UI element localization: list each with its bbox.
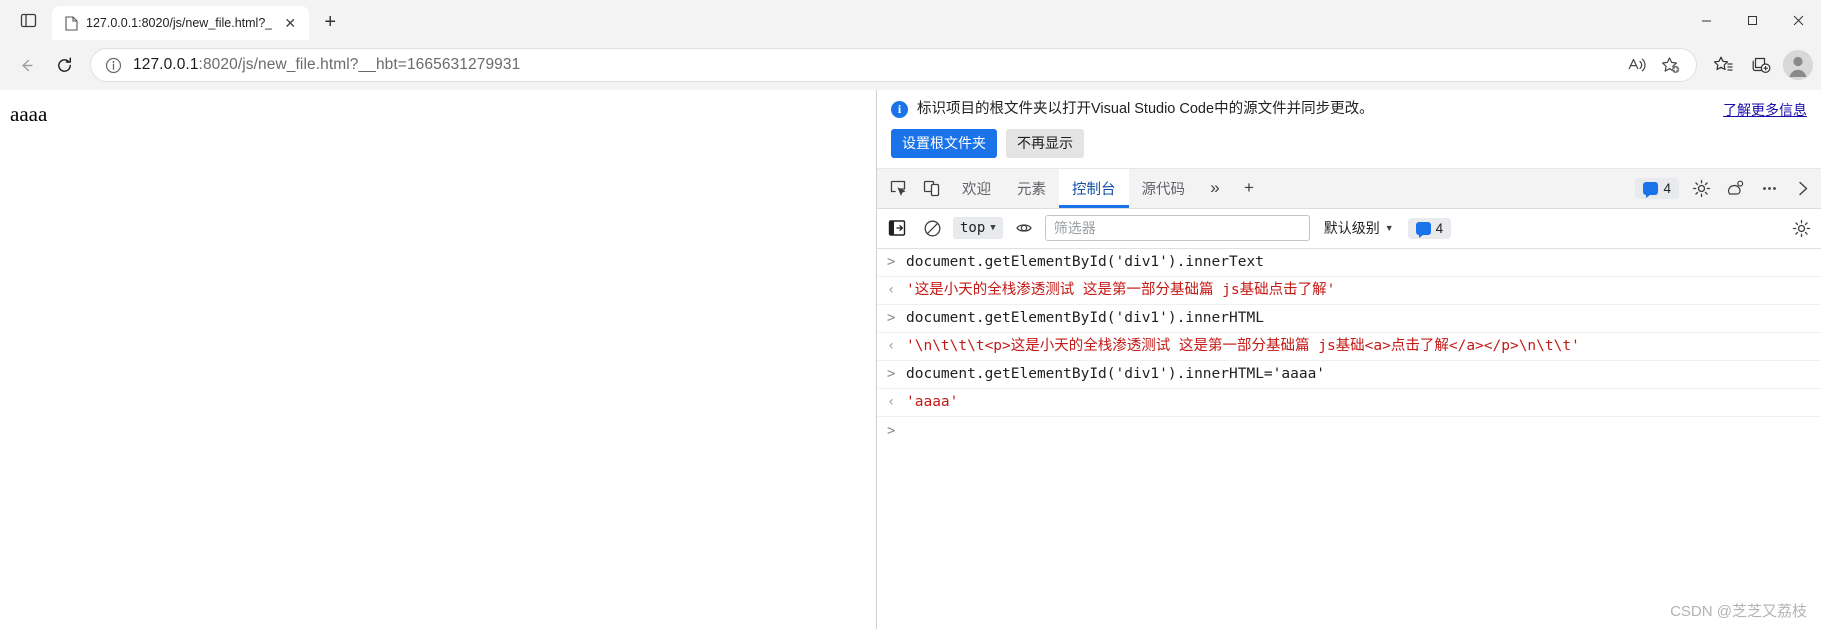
profile-avatar-icon[interactable] xyxy=(1783,50,1813,80)
input-chevron-icon: > xyxy=(887,309,896,326)
address-bar[interactable]: 127.0.0.1:8020/js/new_file.html?__hbt=16… xyxy=(90,48,1697,82)
clear-console-icon[interactable] xyxy=(918,215,946,241)
tab-actions-icon[interactable] xyxy=(10,3,46,37)
navigation-bar: 127.0.0.1:8020/js/new_file.html?__hbt=16… xyxy=(0,40,1821,90)
live-expression-icon[interactable] xyxy=(1010,215,1038,241)
maximize-button[interactable] xyxy=(1729,0,1775,40)
filter-input[interactable]: 筛选器 xyxy=(1044,215,1310,242)
message-bubble-icon xyxy=(1643,181,1659,198)
more-tabs-icon[interactable]: » xyxy=(1198,169,1232,208)
tab-close-icon[interactable]: ✕ xyxy=(279,12,301,34)
console-entry-text: '\n\t\t\t<p>这是小天的全栈渗透测试 这是第一部分基础篇 js基础<a… xyxy=(906,337,1580,354)
add-favorite-icon[interactable] xyxy=(1656,50,1686,80)
message-bubble-icon-2 xyxy=(1415,221,1431,238)
log-level-select[interactable]: 默认级别 ▼ xyxy=(1317,215,1401,241)
set-root-folder-button[interactable]: 设置根文件夹 xyxy=(891,129,997,158)
tab-strip: 127.0.0.1:8020/js/new_file.html?_ ✕ + xyxy=(0,0,1821,40)
execution-context-select[interactable]: top ▼ xyxy=(953,217,1003,240)
console-entry-input[interactable]: > document.getElementById('div1').innerT… xyxy=(877,249,1821,277)
customize-devtools-icon[interactable] xyxy=(1719,172,1751,204)
console-entry-text: document.getElementById('div1').innerHTM… xyxy=(906,365,1326,382)
input-chevron-icon: > xyxy=(887,253,896,270)
close-window-button[interactable] xyxy=(1775,0,1821,40)
console-prompt[interactable]: > xyxy=(877,417,1821,445)
execution-context-value: top xyxy=(960,220,986,237)
read-aloud-icon[interactable] xyxy=(1622,50,1652,80)
tab-console[interactable]: 控制台 xyxy=(1059,168,1129,208)
reload-button[interactable] xyxy=(46,47,82,83)
browser-chrome: 127.0.0.1:8020/js/new_file.html?_ ✕ + 12… xyxy=(0,0,1821,90)
console-entry-text: 'aaaa' xyxy=(906,393,959,410)
window-controls xyxy=(1683,0,1821,40)
prompt-chevron-icon: > xyxy=(887,422,896,439)
favorites-icon[interactable] xyxy=(1705,47,1741,83)
console-entry-output[interactable]: ‹ 'aaaa' xyxy=(877,389,1821,417)
watermark: CSDN @芝芝又荔枝 xyxy=(1670,603,1807,620)
tab-elements[interactable]: 元素 xyxy=(1004,169,1059,208)
page-body-text: aaaa xyxy=(10,102,48,126)
console-issues-count: 4 xyxy=(1435,220,1444,236)
web-page-viewport: aaaa xyxy=(0,90,877,629)
close-devtools-icon[interactable] xyxy=(1787,172,1819,204)
notice-message: 标识项目的根文件夹以打开Visual Studio Code中的源文件并同步更改… xyxy=(917,101,1374,117)
browser-tab[interactable]: 127.0.0.1:8020/js/new_file.html?_ ✕ xyxy=(52,6,310,40)
tab-welcome-label: 欢迎 xyxy=(962,181,991,198)
document-icon xyxy=(63,15,79,31)
console-entry-text: document.getElementById('div1').innerHTM… xyxy=(906,309,1264,326)
info-circle-icon[interactable] xyxy=(103,55,123,75)
minimize-button[interactable] xyxy=(1683,0,1729,40)
learn-more-link[interactable]: 了解更多信息 xyxy=(1723,100,1807,120)
notice-buttons: 设置根文件夹 不再显示 xyxy=(891,129,1807,158)
devtools-tabbar-actions: 4 xyxy=(1635,169,1821,208)
tab-sources[interactable]: 源代码 xyxy=(1129,169,1199,208)
more-options-icon[interactable] xyxy=(1753,172,1785,204)
devtools-tab-bar: 欢迎 元素 控制台 源代码 » + 4 xyxy=(877,168,1821,209)
input-chevron-icon: > xyxy=(887,365,896,382)
console-entry-input[interactable]: > document.getElementById('div1').innerH… xyxy=(877,305,1821,333)
chevron-down-icon: ▼ xyxy=(990,223,996,234)
workspace-notice-banner: i 标识项目的根文件夹以打开Visual Studio Code中的源文件并同步… xyxy=(877,90,1821,169)
tab-welcome[interactable]: 欢迎 xyxy=(949,169,1004,208)
content-area: aaaa i 标识项目的根文件夹以打开Visual Studio Code中的源… xyxy=(0,90,1821,629)
console-entry-input[interactable]: > document.getElementById('div1').innerH… xyxy=(877,361,1821,389)
new-tab-button[interactable]: + xyxy=(315,7,345,37)
inspect-element-icon[interactable] xyxy=(881,169,915,208)
collections-icon[interactable] xyxy=(1743,47,1779,83)
tab-console-label: 控制台 xyxy=(1072,181,1116,198)
console-settings-gear-icon[interactable] xyxy=(1787,215,1815,241)
issues-badge-count: 4 xyxy=(1663,180,1671,196)
console-issues-badge[interactable]: 4 xyxy=(1407,217,1452,239)
device-toolbar-icon[interactable] xyxy=(915,169,949,208)
info-icon: i xyxy=(891,101,908,118)
console-entry-output[interactable]: ‹ '这是小天的全栈渗透测试 这是第一部分基础篇 js基础点击了解' xyxy=(877,277,1821,305)
console-sidebar-icon[interactable] xyxy=(883,215,911,241)
console-entry-text: document.getElementById('div1').innerTex… xyxy=(906,253,1264,270)
url-host: 127.0.0.1 xyxy=(133,56,199,73)
address-bar-url[interactable]: 127.0.0.1:8020/js/new_file.html?__hbt=16… xyxy=(133,56,1612,74)
console-filter-bar: top ▼ 筛选器 默认级别 ▼ 4 xyxy=(877,208,1821,249)
tab-elements-label: 元素 xyxy=(1017,181,1046,198)
console-prompt-input[interactable] xyxy=(906,423,1813,439)
devtools-panel: i 标识项目的根文件夹以打开Visual Studio Code中的源文件并同步… xyxy=(877,90,1821,629)
settings-gear-icon[interactable] xyxy=(1685,172,1717,204)
dont-show-again-button[interactable]: 不再显示 xyxy=(1006,129,1084,158)
output-chevron-icon: ‹ xyxy=(887,337,896,354)
address-bar-actions xyxy=(1622,50,1686,80)
console-entry-text: '这是小天的全栈渗透测试 这是第一部分基础篇 js基础点击了解' xyxy=(906,281,1336,298)
url-path: :8020/js/new_file.html?__hbt=16656312799… xyxy=(198,56,521,73)
log-level-value: 默认级别 xyxy=(1323,220,1380,237)
notice-message-row: i 标识项目的根文件夹以打开Visual Studio Code中的源文件并同步… xyxy=(891,100,1807,120)
chevron-down-icon-level: ▼ xyxy=(1384,223,1394,234)
issues-badge[interactable]: 4 xyxy=(1635,177,1679,199)
filter-input-placeholder: 筛选器 xyxy=(1053,220,1096,237)
tab-sources-label: 源代码 xyxy=(1141,181,1186,198)
output-chevron-icon: ‹ xyxy=(887,393,896,410)
console-entry-output[interactable]: ‹ '\n\t\t\t<p>这是小天的全栈渗透测试 这是第一部分基础篇 js基础… xyxy=(877,333,1821,361)
tab-title: 127.0.0.1:8020/js/new_file.html?_ xyxy=(86,16,273,30)
console-log[interactable]: > document.getElementById('div1').innerT… xyxy=(877,248,1821,629)
back-button[interactable] xyxy=(8,47,44,83)
add-panel-button[interactable]: + xyxy=(1232,169,1266,208)
output-chevron-icon: ‹ xyxy=(887,281,896,298)
